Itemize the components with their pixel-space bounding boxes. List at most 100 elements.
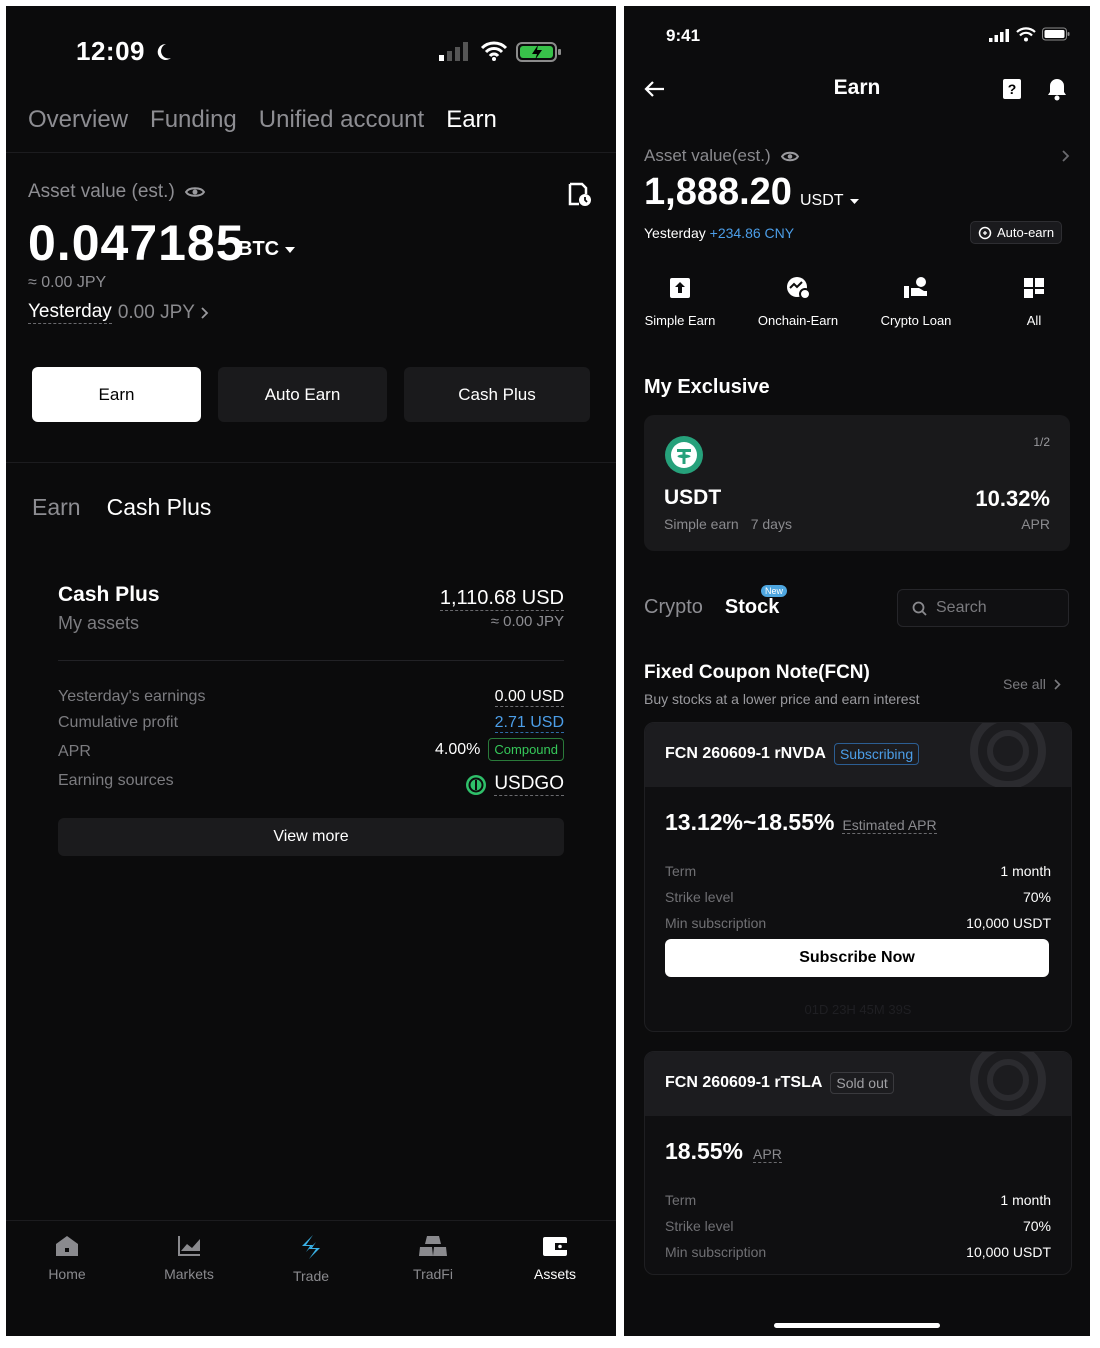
apr-label: APR <box>58 743 91 760</box>
status-badge: Subscribing <box>833 743 920 765</box>
fcn-rate-row: 18.55% APR <box>665 1138 782 1165</box>
yesterday-value: 0.00 JPY <box>117 301 195 323</box>
cash-plus-title: Cash Plus <box>58 583 160 606</box>
fcn-card-header: FCN 260609-1 rTSLA Sold out <box>645 1052 1071 1116</box>
grid-icon <box>984 276 1084 300</box>
asset-unit-selector[interactable]: USDT <box>800 192 859 210</box>
view-more-button[interactable]: View more <box>58 818 564 856</box>
new-badge: New <box>761 585 788 597</box>
nav-assets-label: Assets <box>533 1266 576 1282</box>
fcn-card-name: FCN 260609-1 rNVDA <box>665 745 826 762</box>
exclusive-product: Simple earn <box>664 516 739 532</box>
history-icon[interactable] <box>568 182 592 208</box>
status-time-text: 12:09 <box>76 36 145 66</box>
wifi-icon <box>1016 27 1036 42</box>
earn-subtabs: Earn Cash Plus <box>32 494 211 521</box>
nav-home-label: Home <box>48 1266 86 1282</box>
quick-all-label: All <box>1026 313 1042 328</box>
asset-unit-selector[interactable]: BTC <box>238 238 296 261</box>
tab-earn[interactable]: Earn <box>446 106 497 134</box>
nav-trade[interactable]: Trade <box>261 1234 361 1284</box>
bell-icon[interactable] <box>1046 77 1068 101</box>
apr-value: 4.00% <box>435 740 481 758</box>
min-subscription-label: Min subscription <box>665 1244 767 1260</box>
asset-label-text: Asset value (est.) <box>28 181 175 202</box>
divider <box>6 152 616 153</box>
left-phone-screen: 12:09 Overview Funding Unified account E… <box>6 6 616 1336</box>
divider <box>58 660 564 661</box>
earning-source-value: USDGO <box>494 773 564 796</box>
cash-plus-button[interactable]: Cash Plus <box>404 367 590 422</box>
tradfi-icon <box>383 1234 483 1258</box>
caret-down-icon <box>849 198 859 205</box>
subtab-earn[interactable]: Earn <box>32 494 81 521</box>
exclusive-card[interactable]: 1/2 USDT Simple earn 7 days 10.32% APR <box>644 415 1070 551</box>
chevron-right-icon[interactable] <box>1062 150 1070 162</box>
tab-unified-account[interactable]: Unified account <box>259 106 424 134</box>
strike-value: 70% <box>1022 889 1051 905</box>
see-all-link[interactable]: See all <box>1003 676 1061 692</box>
exclusive-duration: 7 days <box>750 516 792 532</box>
fcn-card-name-row: FCN 260609-1 rTSLA Sold out <box>665 1072 894 1094</box>
search-icon <box>912 601 927 616</box>
crypto-loan-icon <box>866 276 966 300</box>
subscribe-now-button[interactable]: Subscribe Now <box>665 939 1049 977</box>
tab-stock[interactable]: Stock <box>725 596 779 619</box>
usdgo-icon <box>465 774 487 796</box>
fcn-subtitle: Buy stocks at a lower price and earn int… <box>644 691 920 707</box>
search-box[interactable]: Search <box>897 589 1069 627</box>
asset-value: 0.047185 <box>28 215 245 271</box>
cumulative-profit-value[interactable]: 2.71 USD <box>494 714 564 733</box>
nav-tradfi-label: TradFi <box>413 1266 453 1282</box>
fcn-card-tsla[interactable]: FCN 260609-1 rTSLA Sold out 18.55% APR T… <box>644 1051 1072 1275</box>
min-subscription-label: Min subscription <box>665 915 767 931</box>
yesterday-earnings-value: 0.00 USD <box>494 688 564 707</box>
yesterday-earnings-label: Yesterday's earnings <box>58 688 206 705</box>
quick-crypto-loan[interactable]: Crypto Loan <box>866 276 966 328</box>
min-subscription-value: 10,000 USDT <box>966 915 1051 931</box>
quick-onchain-earn[interactable]: Onchain-Earn <box>748 276 848 328</box>
eye-icon[interactable] <box>184 185 205 199</box>
wifi-icon <box>480 40 508 62</box>
chevron-right-icon <box>201 306 209 319</box>
see-all-label: See all <box>1003 676 1046 692</box>
term-value: 1 month <box>1000 1192 1051 1208</box>
auto-earn-button[interactable]: Auto-earn <box>970 221 1063 244</box>
term-value: 1 month <box>1000 863 1051 879</box>
fcn-rate-label: APR <box>753 1146 782 1163</box>
trade-icon <box>261 1234 361 1260</box>
eye-icon[interactable] <box>780 150 799 163</box>
search-placeholder: Search <box>936 599 987 616</box>
simple-earn-icon <box>630 276 730 300</box>
yesterday-row[interactable]: Yesterday 0.00 JPY <box>28 301 209 324</box>
earning-source[interactable]: USDGO <box>465 773 564 796</box>
tab-overview[interactable]: Overview <box>28 106 128 134</box>
quick-all[interactable]: All <box>984 276 1084 328</box>
nav-assets[interactable]: Assets <box>505 1234 605 1282</box>
help-icon[interactable]: ? <box>1002 78 1022 100</box>
nav-tradfi[interactable]: TradFi <box>383 1234 483 1282</box>
subtab-cash-plus[interactable]: Cash Plus <box>107 494 212 521</box>
exclusive-meta: Simple earn 7 days <box>664 516 792 532</box>
asset-unit: USDT <box>800 192 844 209</box>
exclusive-rate-label: APR <box>1021 516 1050 532</box>
cash-plus-approx: ≈ 0.00 JPY <box>490 613 564 630</box>
fcn-card-header: FCN 260609-1 rNVDA Subscribing <box>645 723 1071 787</box>
status-time: 9:41 <box>666 26 701 45</box>
auto-earn-button[interactable]: Auto Earn <box>218 367 387 422</box>
nav-markets[interactable]: Markets <box>139 1234 239 1282</box>
nav-home[interactable]: Home <box>17 1234 117 1282</box>
quick-simple-earn[interactable]: Simple Earn <box>630 276 730 328</box>
compound-badge: Compound <box>488 738 564 761</box>
earn-button[interactable]: Earn <box>32 367 201 422</box>
tab-funding[interactable]: Funding <box>150 106 237 134</box>
fcn-rate-label: Estimated APR <box>842 817 937 834</box>
asset-approx: ≈ 0.00 JPY <box>28 274 107 291</box>
onchain-earn-icon <box>748 276 848 300</box>
strike-label: Strike level <box>665 889 734 905</box>
nav-markets-label: Markets <box>164 1266 214 1282</box>
top-tabs: Overview Funding Unified account Earn <box>28 106 497 134</box>
strike-value: 70% <box>1022 1218 1051 1234</box>
tab-crypto[interactable]: Crypto <box>644 596 703 619</box>
fcn-card-nvda[interactable]: FCN 260609-1 rNVDA Subscribing 13.12%~18… <box>644 722 1072 1032</box>
